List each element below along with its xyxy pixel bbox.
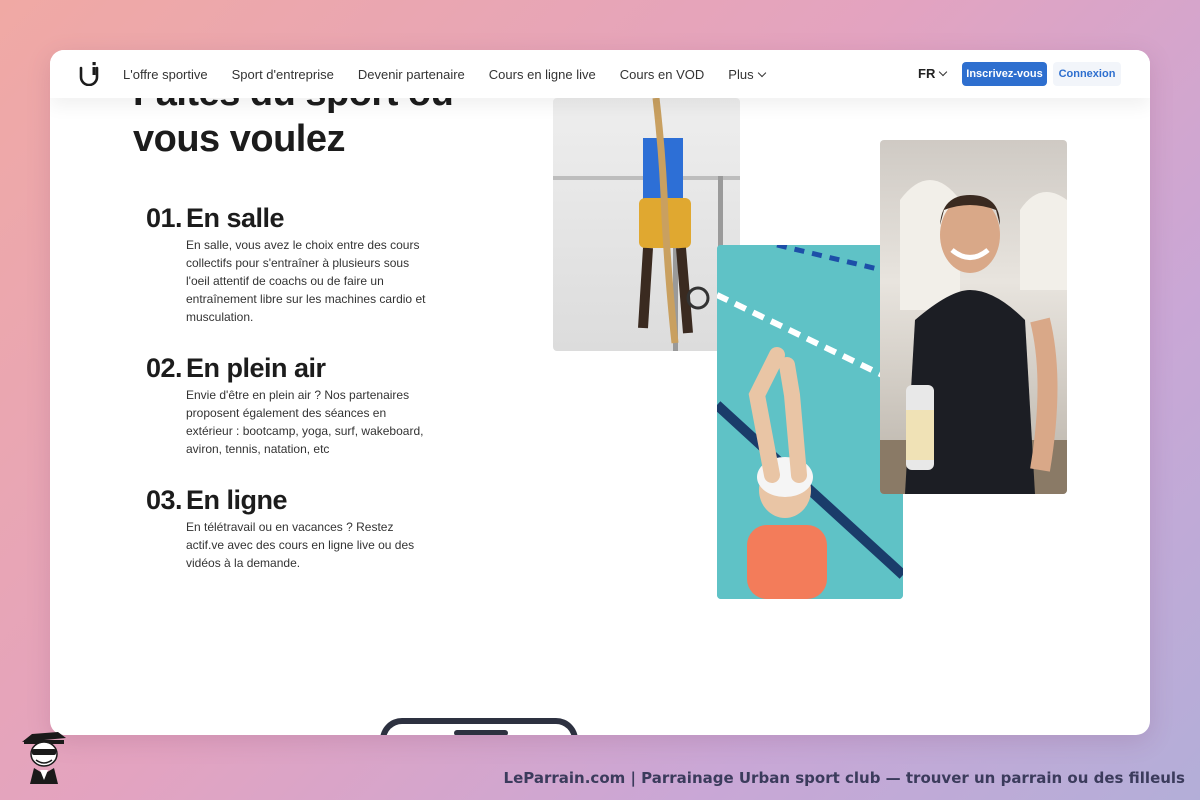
nav-link-plus-label: Plus — [728, 66, 754, 82]
feature-en-ligne: 03. En ligne En télétravail ou en vacanc… — [133, 485, 433, 572]
feature-en-salle: 01. En salle En salle, vous avez le choi… — [133, 203, 433, 326]
nav-link-cours-vod[interactable]: Cours en VOD — [620, 67, 705, 82]
urban-sports-logo-icon[interactable] — [78, 62, 100, 86]
nav-link-offre-sportive[interactable]: L'offre sportive — [123, 67, 208, 82]
chevron-down-icon — [757, 68, 766, 77]
feature-number: 01. — [145, 203, 183, 233]
feature-description: En télétravail ou en vacances ? Restez a… — [186, 520, 415, 570]
photo-smiling-man — [880, 140, 1067, 494]
nav-link-plus[interactable]: Plus — [728, 66, 766, 82]
photo-rope-climb — [553, 98, 740, 351]
nav-link-devenir-partenaire[interactable]: Devenir partenaire — [358, 67, 465, 82]
feature-en-plein-air: 02. En plein air Envie d'être en plein a… — [133, 353, 433, 458]
nav-link-cours-live[interactable]: Cours en ligne live — [489, 67, 596, 82]
signup-button[interactable]: Inscrivez-vous — [962, 62, 1047, 86]
feature-title: En ligne — [186, 485, 288, 515]
feature-title: En salle — [186, 203, 285, 233]
page-card: Faites du sport où vous voulez L'offre s… — [50, 50, 1150, 735]
feature-number: 03. — [145, 485, 183, 515]
chevron-down-icon — [939, 67, 948, 77]
language-label: FR — [918, 66, 936, 81]
phone-mockup — [380, 718, 578, 735]
feature-description: Envie d'être en plein air ? Nos partenai… — [186, 388, 424, 456]
top-navbar: L'offre sportive Sport d'entreprise Deve… — [50, 50, 1150, 98]
language-selector[interactable]: FR — [918, 66, 948, 81]
leparrain-mascot-icon — [22, 732, 66, 784]
phone-notch — [454, 730, 508, 735]
feature-number: 02. — [145, 353, 183, 383]
feature-title: En plein air — [186, 353, 326, 383]
footer-caption: LeParrain.com | Parrainage Urban sport c… — [503, 769, 1185, 787]
hero-title-line2: vous voulez — [133, 118, 346, 160]
nav-link-sport-entreprise[interactable]: Sport d'entreprise — [232, 67, 334, 82]
feature-description: En salle, vous avez le choix entre des c… — [186, 238, 426, 324]
nav-links: L'offre sportive Sport d'entreprise Deve… — [123, 50, 789, 98]
photo-swimmer — [717, 245, 903, 599]
login-button[interactable]: Connexion — [1053, 62, 1121, 86]
